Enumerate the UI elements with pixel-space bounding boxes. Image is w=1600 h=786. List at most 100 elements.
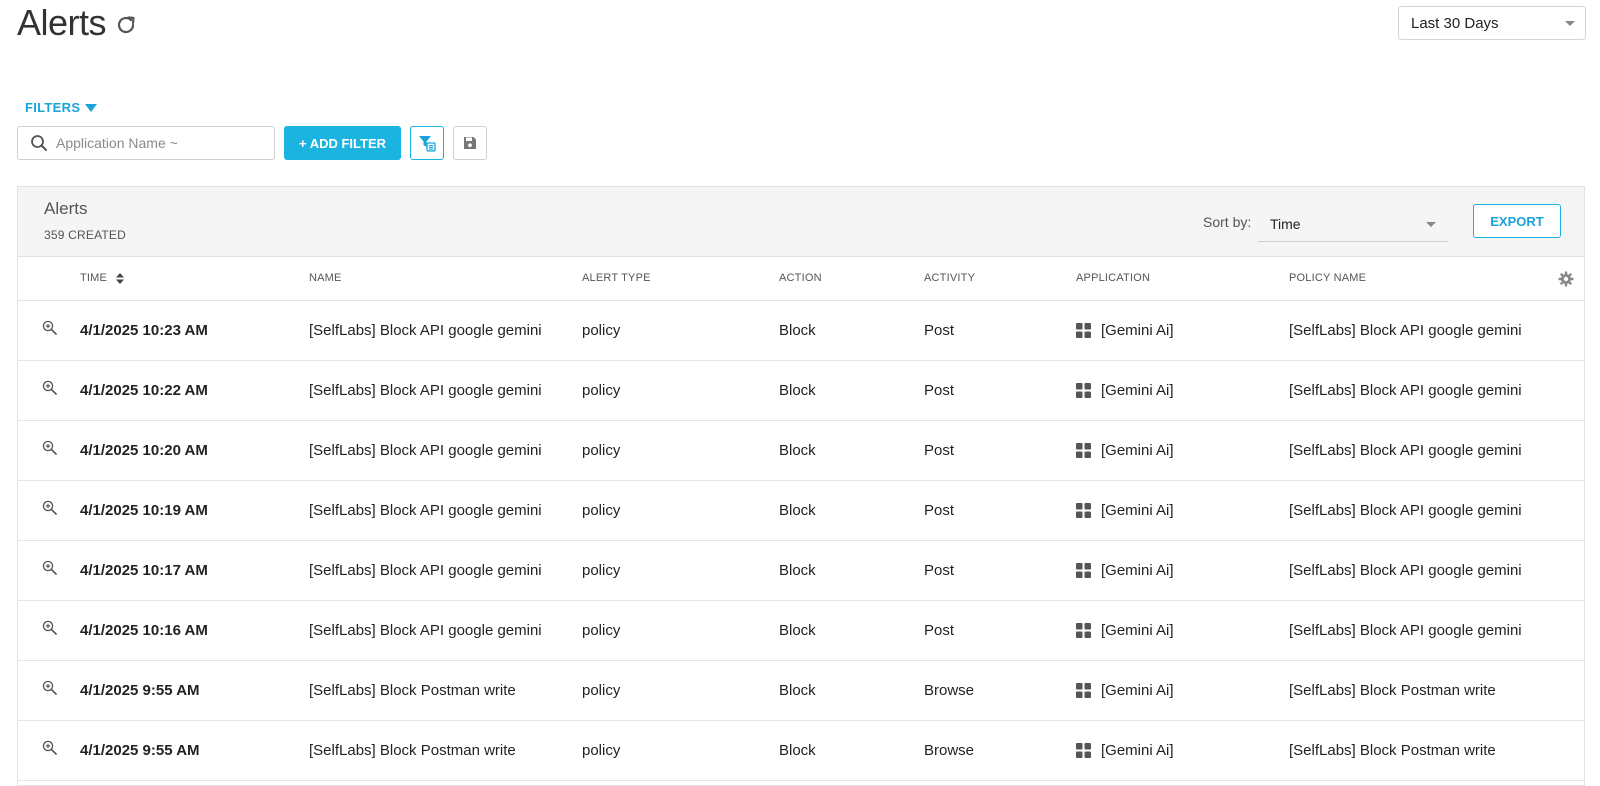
- alert-type-cell: policy: [582, 300, 779, 361]
- chevron-down-icon: [1426, 222, 1436, 227]
- zoom-cell: [18, 600, 80, 661]
- table-row[interactable]: 4/1/2025 10:19 AM [SelfLabs] Block API g…: [18, 480, 1584, 541]
- application-cell: [Gemini Ai]: [1076, 540, 1289, 601]
- alert-type-cell: policy: [582, 480, 779, 541]
- panel-title: Alerts: [44, 199, 88, 218]
- table-row[interactable]: 4/1/2025 10:22 AM [SelfLabs] Block API g…: [18, 360, 1584, 421]
- table-row[interactable]: 4/1/2025 10:16 AM [SelfLabs] Block API g…: [18, 600, 1584, 661]
- name-cell: [SelfLabs] Block API google gemini: [309, 420, 582, 481]
- grid-app-icon: [1076, 562, 1091, 578]
- zoom-in-icon[interactable]: [42, 500, 57, 515]
- activity-cell: Post: [924, 480, 1076, 541]
- application-name: [Gemini Ai]: [1101, 501, 1174, 519]
- activity-cell: Post: [924, 600, 1076, 661]
- activity-cell: Post: [924, 300, 1076, 361]
- alerts-panel-header: Alerts 359 CREATED Sort by: Time EXPORT: [18, 187, 1584, 257]
- alerts-panel: Alerts 359 CREATED Sort by: Time EXPORT …: [17, 186, 1585, 786]
- table-row[interactable]: 4/1/2025 10:23 AM [SelfLabs] Block API g…: [18, 300, 1584, 361]
- action-cell: Block: [779, 360, 924, 421]
- alert-type-cell: policy: [582, 720, 779, 781]
- activity-cell: Post: [924, 360, 1076, 421]
- time-cell: 4/1/2025 9:55 AM: [80, 720, 309, 781]
- time-cell: 4/1/2025 9:55 AM: [80, 660, 309, 721]
- column-header-activity[interactable]: ACTIVITY: [924, 257, 1076, 301]
- search-icon: [31, 135, 47, 151]
- zoom-cell: [18, 480, 80, 541]
- column-header-alert-type[interactable]: ALERT TYPE: [582, 257, 779, 301]
- name-cell: [SelfLabs] Block API google gemini: [309, 480, 582, 541]
- grid-app-icon: [1076, 502, 1091, 518]
- column-header-action[interactable]: ACTION: [779, 257, 924, 301]
- column-header-time[interactable]: TIME: [80, 257, 309, 301]
- refresh-icon[interactable]: [114, 13, 138, 37]
- grid-app-icon: [1076, 382, 1091, 398]
- alert-type-cell: policy: [582, 600, 779, 661]
- table-row[interactable]: 4/1/2025 10:20 AM [SelfLabs] Block API g…: [18, 420, 1584, 481]
- grid-app-icon: [1076, 442, 1091, 458]
- alert-type-cell: policy: [582, 540, 779, 601]
- action-cell: Block: [779, 540, 924, 601]
- action-cell: Block: [779, 720, 924, 781]
- save-filter-button[interactable]: [453, 126, 487, 160]
- policy-name-cell: [SelfLabs] Block API google gemini: [1289, 360, 1584, 421]
- zoom-in-icon[interactable]: [42, 560, 57, 575]
- gear-icon[interactable]: [1558, 271, 1574, 287]
- zoom-in-icon[interactable]: [42, 440, 57, 455]
- alert-type-cell: policy: [582, 660, 779, 721]
- application-cell: [Gemini Ai]: [1076, 420, 1289, 481]
- zoom-in-icon[interactable]: [42, 320, 57, 335]
- grid-app-icon: [1076, 742, 1091, 758]
- alert-type-cell: policy: [582, 360, 779, 421]
- grid-app-icon: [1076, 682, 1091, 698]
- filters-toggle[interactable]: FILTERS: [25, 100, 98, 115]
- name-cell: [SelfLabs] Block API google gemini: [309, 600, 582, 661]
- zoom-cell: [18, 720, 80, 781]
- application-name: [Gemini Ai]: [1101, 561, 1174, 579]
- search-input[interactable]: [54, 134, 264, 152]
- export-button[interactable]: EXPORT: [1473, 204, 1561, 238]
- action-cell: Block: [779, 420, 924, 481]
- filter-list-icon: [419, 136, 436, 152]
- sort-value: Time: [1270, 215, 1301, 232]
- alerts-table-body: 4/1/2025 10:23 AM [SelfLabs] Block API g…: [18, 300, 1584, 781]
- zoom-in-icon[interactable]: [42, 620, 57, 635]
- sort-select[interactable]: Time: [1258, 206, 1448, 242]
- alerts-count: 359 CREATED: [44, 228, 127, 242]
- alerts-table: TIME NAME ALERT TYPE ACTION ACTIVITY APP…: [18, 257, 1584, 781]
- name-cell: [SelfLabs] Block Postman write: [309, 720, 582, 781]
- table-row[interactable]: 4/1/2025 10:17 AM [SelfLabs] Block API g…: [18, 540, 1584, 601]
- sort-arrows-icon[interactable]: [116, 272, 125, 284]
- application-name: [Gemini Ai]: [1101, 621, 1174, 639]
- search-box[interactable]: [17, 126, 275, 160]
- name-cell: [SelfLabs] Block API google gemini: [309, 300, 582, 361]
- application-cell: [Gemini Ai]: [1076, 600, 1289, 661]
- column-header-zoom: [18, 257, 80, 301]
- column-header-name[interactable]: NAME: [309, 257, 582, 301]
- zoom-cell: [18, 300, 80, 361]
- zoom-cell: [18, 420, 80, 481]
- policy-name-cell: [SelfLabs] Block API google gemini: [1289, 540, 1584, 601]
- name-cell: [SelfLabs] Block API google gemini: [309, 360, 582, 421]
- zoom-in-icon[interactable]: [42, 740, 57, 755]
- table-row[interactable]: 4/1/2025 9:55 AM [SelfLabs] Block Postma…: [18, 660, 1584, 721]
- grid-app-icon: [1076, 322, 1091, 338]
- column-header-application[interactable]: APPLICATION: [1076, 257, 1289, 301]
- activity-cell: Post: [924, 420, 1076, 481]
- zoom-cell: [18, 540, 80, 601]
- name-cell: [SelfLabs] Block API google gemini: [309, 540, 582, 601]
- application-cell: [Gemini Ai]: [1076, 660, 1289, 721]
- save-icon: [464, 137, 476, 149]
- column-header-policy-name[interactable]: POLICY NAME: [1289, 257, 1584, 301]
- policy-name-cell: [SelfLabs] Block Postman write: [1289, 720, 1584, 781]
- add-filter-button[interactable]: + ADD FILTER: [284, 126, 401, 160]
- table-row[interactable]: 4/1/2025 9:55 AM [SelfLabs] Block Postma…: [18, 720, 1584, 781]
- policy-name-cell: [SelfLabs] Block API google gemini: [1289, 480, 1584, 541]
- date-range-value: Last 30 Days: [1411, 14, 1499, 32]
- zoom-in-icon[interactable]: [42, 380, 57, 395]
- filter-list-button[interactable]: [410, 126, 444, 160]
- activity-cell: Browse: [924, 660, 1076, 721]
- zoom-in-icon[interactable]: [42, 680, 57, 695]
- activity-cell: Browse: [924, 720, 1076, 781]
- date-range-select[interactable]: Last 30 Days: [1398, 6, 1586, 40]
- application-name: [Gemini Ai]: [1101, 681, 1174, 699]
